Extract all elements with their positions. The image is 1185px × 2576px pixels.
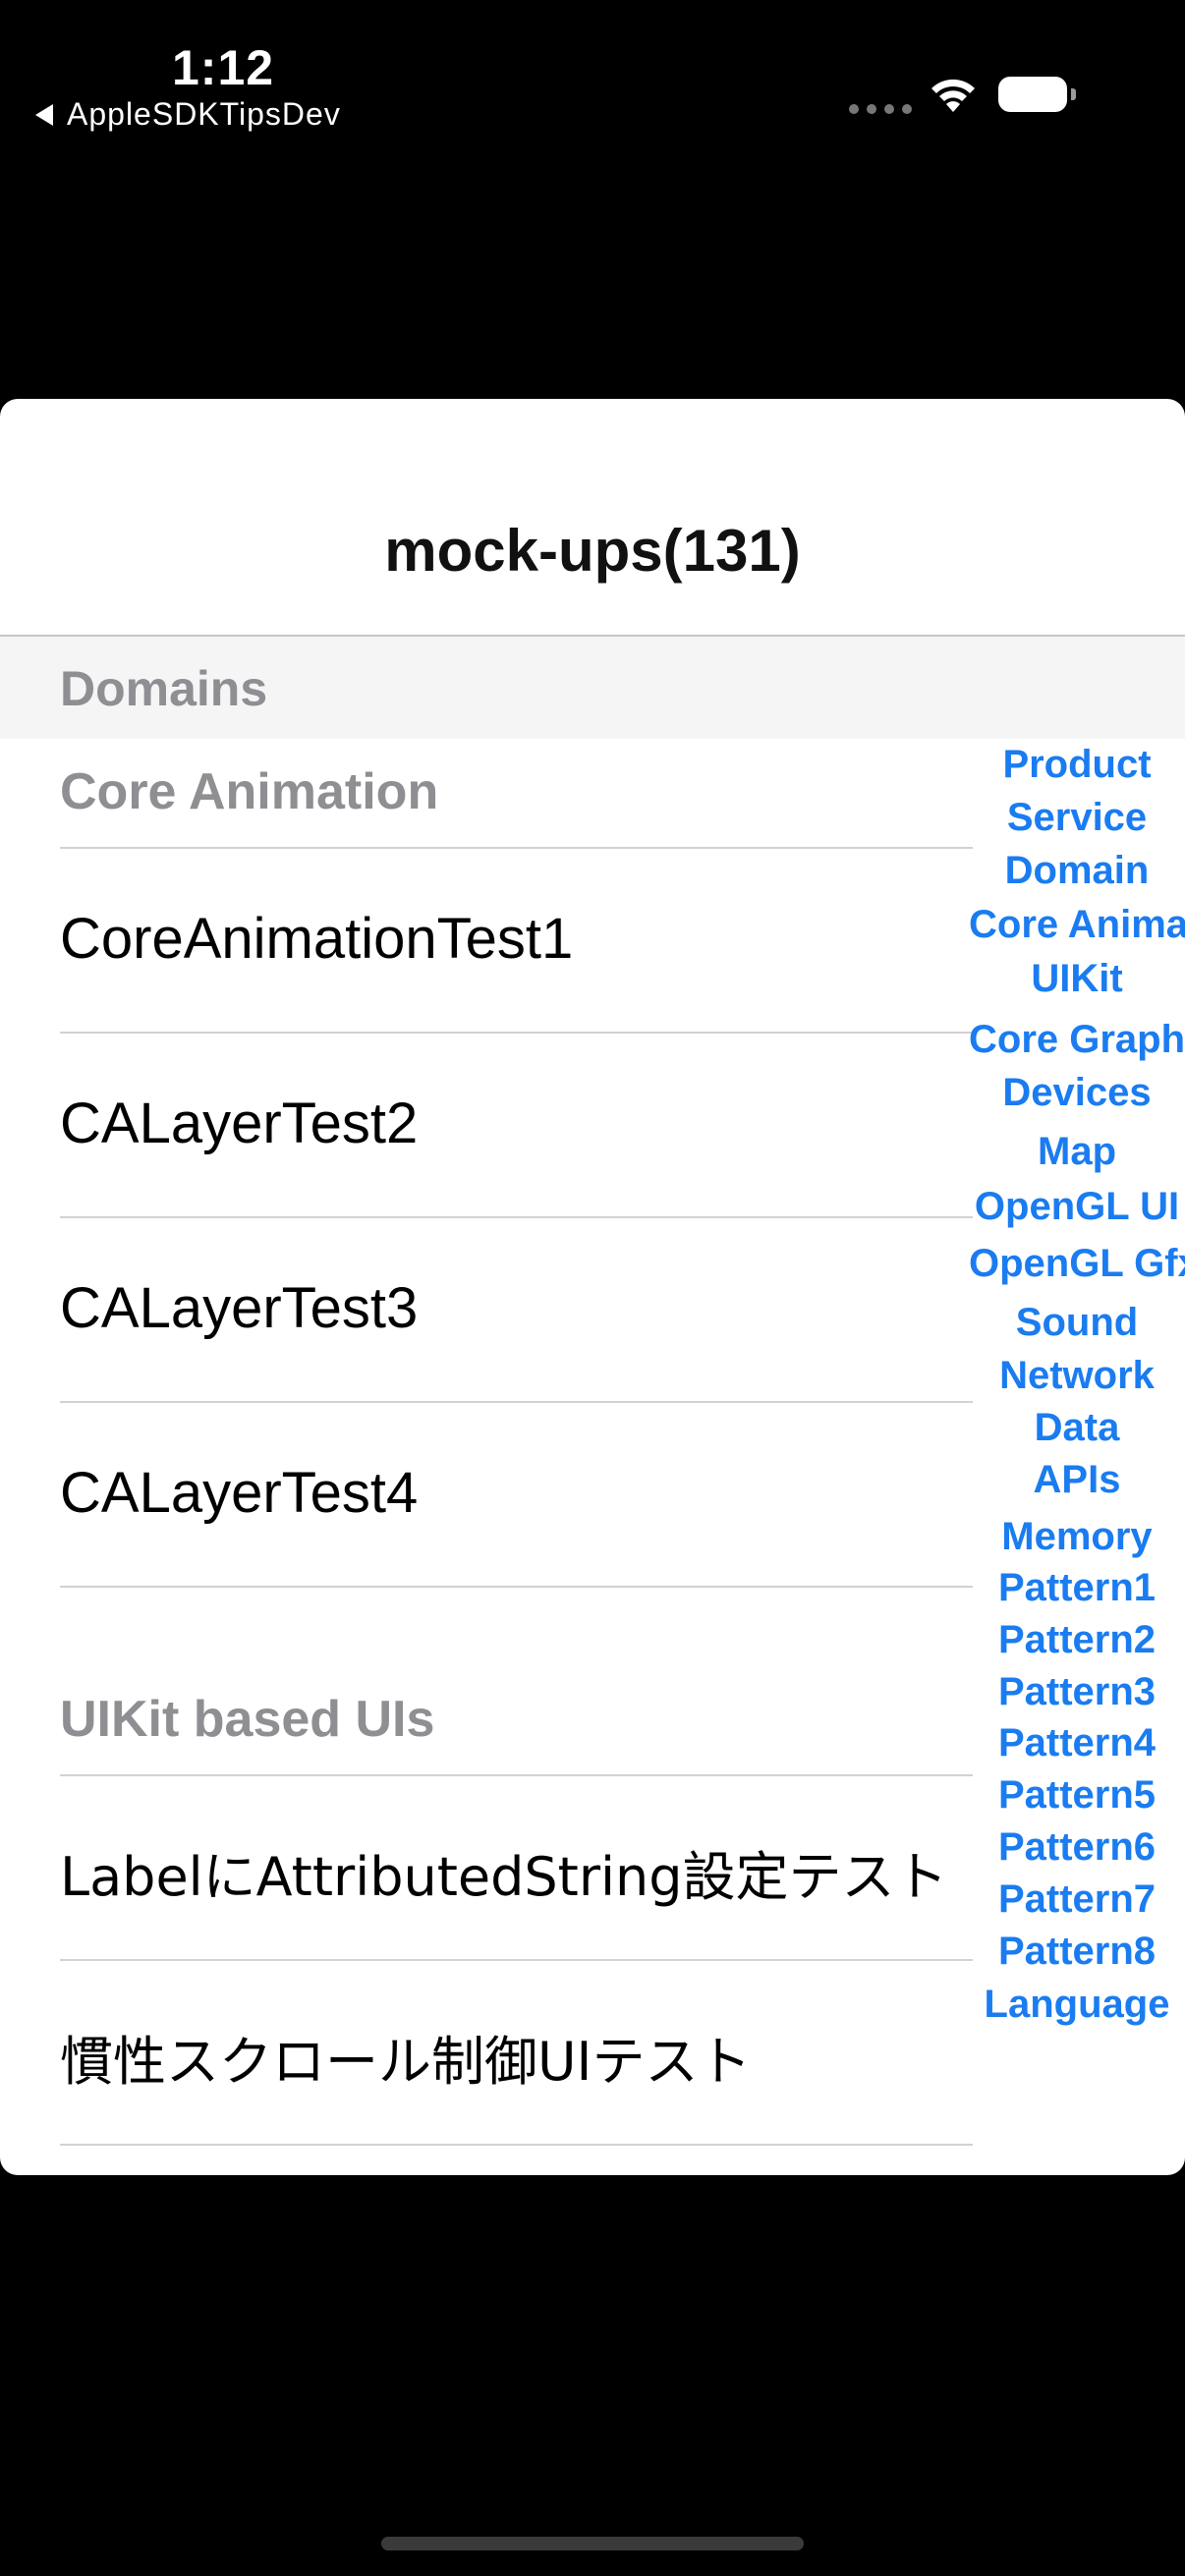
list-item-label: CoreAnimationTest1 bbox=[60, 907, 574, 971]
battery-icon bbox=[998, 77, 1076, 112]
list-item-label: CALayerTest2 bbox=[60, 1092, 419, 1155]
index-item-devices[interactable]: Devices bbox=[969, 1071, 1185, 1115]
index-item-pattern8[interactable]: Pattern8 bbox=[969, 1930, 1185, 1974]
index-item-pattern3[interactable]: Pattern3 bbox=[969, 1670, 1185, 1714]
group-header-uikit: UIKit based UIs bbox=[60, 1691, 435, 1748]
group-header-core-animation: Core Animation bbox=[60, 763, 439, 820]
index-item-core-graphics[interactable]: Core Graphics bbox=[969, 1018, 1185, 1062]
wifi-icon bbox=[931, 79, 975, 112]
section-index[interactable]: Product Service Domain Core Animation UI… bbox=[969, 743, 1185, 2069]
list-item[interactable]: CALayerTest4 bbox=[0, 1403, 973, 1586]
list-item[interactable]: 慣性スクロール制御UIテスト bbox=[0, 1961, 973, 2144]
index-item-sound[interactable]: Sound bbox=[969, 1301, 1185, 1345]
index-item-opengl-gfx[interactable]: OpenGL Gfx bbox=[969, 1242, 1185, 1286]
index-item-core-animation[interactable]: Core Animation bbox=[969, 903, 1185, 947]
list-item[interactable]: CoreAnimationTest1 bbox=[0, 849, 973, 1032]
cellular-dots bbox=[849, 104, 912, 114]
index-item-network[interactable]: Network bbox=[969, 1354, 1185, 1398]
list-item-label: 慣性スクロール制御UIテスト bbox=[60, 2031, 752, 2093]
separator bbox=[60, 1586, 973, 1588]
list-item[interactable]: CALayerTest2 bbox=[0, 1034, 973, 1216]
list-item[interactable]: CALayerTest3 bbox=[0, 1218, 973, 1401]
modal-sheet: mock-ups(131) Domains Core Animation Cor… bbox=[0, 399, 1185, 2175]
index-item-product[interactable]: Product bbox=[969, 743, 1185, 787]
section-header-domains-label: Domains bbox=[60, 661, 268, 716]
list-item[interactable]: LabelにAttributedString設定テスト bbox=[0, 1776, 973, 1959]
index-item-opengl-ui[interactable]: OpenGL UI bbox=[969, 1185, 1185, 1229]
index-item-uikit[interactable]: UIKit bbox=[969, 957, 1185, 1001]
section-header-domains: Domains bbox=[0, 637, 1185, 739]
index-item-language[interactable]: Language bbox=[969, 1983, 1185, 2027]
list-item-label: LabelにAttributedString設定テスト bbox=[60, 1846, 948, 1908]
index-item-apis[interactable]: APIs bbox=[969, 1458, 1185, 1502]
index-item-pattern5[interactable]: Pattern5 bbox=[969, 1773, 1185, 1818]
index-item-pattern2[interactable]: Pattern2 bbox=[969, 1618, 1185, 1662]
index-item-pattern7[interactable]: Pattern7 bbox=[969, 1877, 1185, 1922]
index-item-domain[interactable]: Domain bbox=[969, 849, 1185, 893]
index-item-map[interactable]: Map bbox=[969, 1130, 1185, 1174]
index-item-memory[interactable]: Memory bbox=[969, 1515, 1185, 1559]
back-to-app-button[interactable]: AppleSDKTipsDev bbox=[35, 96, 341, 133]
list-item-label: CALayerTest3 bbox=[60, 1276, 419, 1340]
index-item-pattern4[interactable]: Pattern4 bbox=[969, 1721, 1185, 1765]
separator bbox=[60, 2144, 973, 2146]
status-time: 1:12 bbox=[172, 40, 275, 95]
back-triangle-icon bbox=[35, 103, 53, 126]
index-item-service[interactable]: Service bbox=[969, 796, 1185, 840]
index-item-data[interactable]: Data bbox=[969, 1406, 1185, 1450]
home-indicator[interactable] bbox=[381, 2537, 804, 2550]
index-item-pattern1[interactable]: Pattern1 bbox=[969, 1566, 1185, 1610]
page-title: mock-ups(131) bbox=[384, 518, 801, 584]
index-item-pattern6[interactable]: Pattern6 bbox=[969, 1825, 1185, 1870]
back-app-label: AppleSDKTipsDev bbox=[67, 96, 341, 132]
list-item-label: CALayerTest4 bbox=[60, 1461, 419, 1525]
